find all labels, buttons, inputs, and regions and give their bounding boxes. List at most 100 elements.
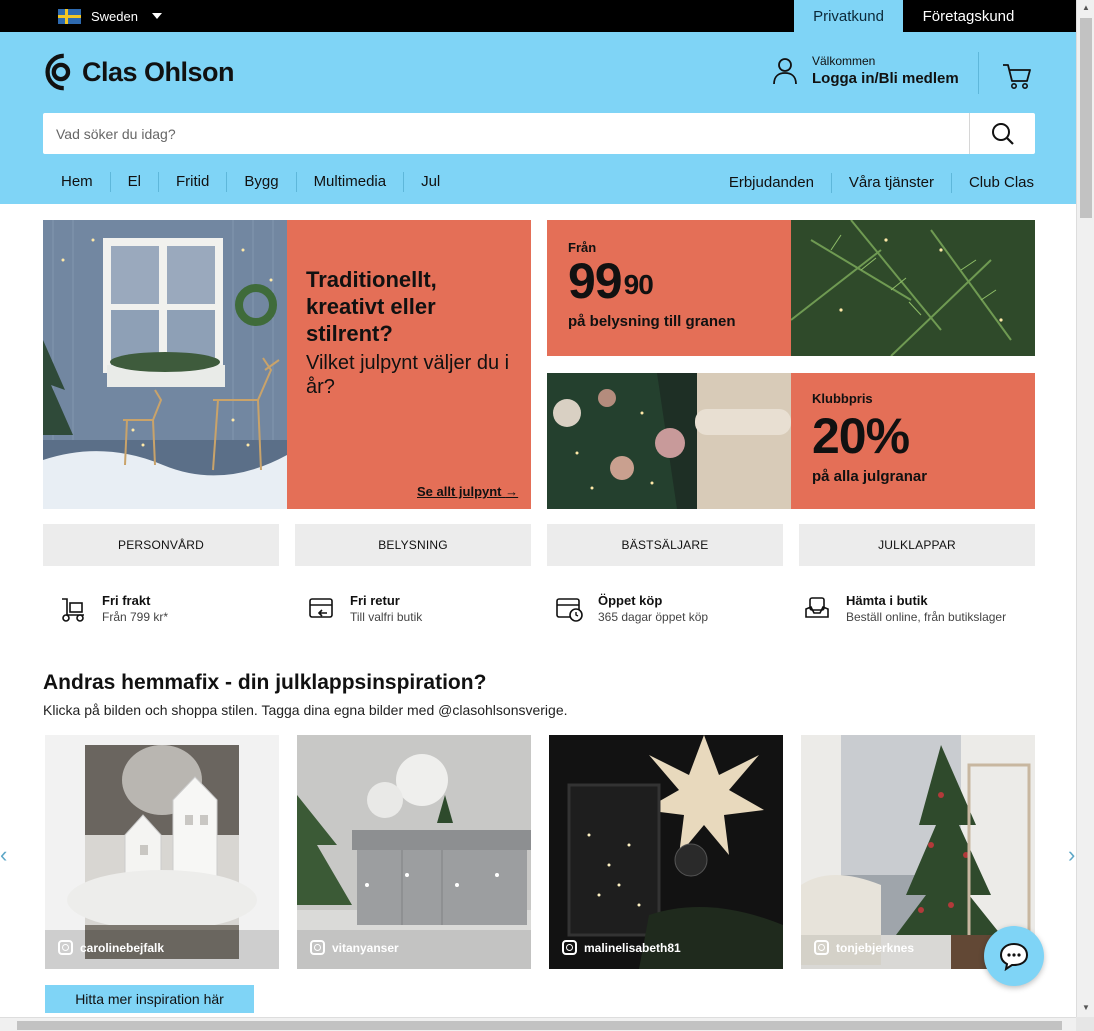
carousel-next-icon[interactable]: ›: [1068, 842, 1075, 868]
instagram-icon: [562, 940, 577, 955]
chevron-down-icon: [151, 13, 162, 19]
inspiration-image: [45, 735, 279, 969]
usp-title: Fri retur: [350, 593, 400, 608]
search-bar: [43, 113, 1035, 154]
promo-club-panel: Klubbpris 20% på alla julgranar: [791, 373, 1035, 509]
header-divider: [978, 52, 979, 94]
inspiration-title: Andras hemmafix - din julklappsinspirati…: [43, 671, 487, 694]
christmas-tree-bauble-image: [547, 373, 791, 509]
horizontal-scroll-thumb[interactable]: [17, 1021, 1062, 1030]
instagram-user: vitanyanser: [310, 940, 399, 955]
promo-lighting[interactable]: Från 9990 på belysning till granen: [547, 220, 1035, 356]
search-button[interactable]: [969, 113, 1035, 154]
promo-price-decimals: 90: [623, 269, 654, 300]
promo-discount: 20%: [812, 408, 910, 464]
instagram-icon: [814, 940, 829, 955]
instagram-user: tonjebjerknes: [814, 940, 914, 955]
scroll-up-icon[interactable]: ▲: [1082, 3, 1090, 12]
nav-item-el[interactable]: El: [109, 172, 158, 192]
carousel-prev-icon[interactable]: ‹: [0, 842, 7, 868]
instagram-icon: [58, 940, 73, 955]
inspiration-subtitle: Klicka på bilden och shoppa stilen. Tagg…: [43, 702, 568, 718]
site-header: Clas Ohlson Välkommen Logga in/Bli medle…: [0, 32, 1076, 204]
hero-banner[interactable]: Traditionellt, kreativt eller stilrent? …: [43, 220, 531, 509]
hero-image: [43, 220, 287, 509]
promo-club-desc: på alla julgranar: [812, 468, 928, 485]
usp-sub: Beställ online, från butikslager: [846, 610, 1007, 624]
scroll-down-icon[interactable]: ▼: [1082, 1003, 1090, 1012]
store-pickup-icon: [805, 596, 829, 618]
hero-headline: Traditionellt, kreativt eller stilrent?: [306, 267, 437, 346]
category-personvard-button[interactable]: PERSONVÅRD: [43, 524, 279, 566]
nav-item-jul[interactable]: Jul: [403, 172, 457, 192]
search-input[interactable]: [43, 113, 969, 154]
promo-desc: på belysning till granen: [568, 313, 736, 330]
more-inspiration-button[interactable]: Hitta mer inspiration här: [45, 985, 254, 1013]
calendar-clock-icon: [556, 597, 583, 622]
nav-item-erbjudanden[interactable]: Erbjudanden: [712, 173, 831, 193]
category-belysning-button[interactable]: BELYSNING: [295, 524, 531, 566]
nav-item-fritid[interactable]: Fritid: [158, 172, 226, 192]
usp-free-return[interactable]: Fri retur Till valfri butik: [307, 593, 422, 624]
region-selector[interactable]: Sweden: [58, 0, 162, 32]
tab-privatkund[interactable]: Privatkund: [794, 0, 903, 32]
see-all-julpynt-link[interactable]: Se allt julpynt →: [417, 484, 518, 499]
vertical-scroll-thumb[interactable]: [1080, 18, 1092, 218]
scrollbar-corner: [1076, 1017, 1094, 1031]
cart-icon: [1003, 64, 1031, 89]
main-nav: Hem El Fritid Bygg Multimedia Jul: [44, 172, 457, 192]
region-label: Sweden: [91, 8, 138, 24]
promo-club-label: Klubbpris: [812, 391, 873, 406]
login-link[interactable]: Logga in/Bli medlem: [812, 70, 959, 87]
horizontal-scrollbar[interactable]: [0, 1017, 1076, 1031]
usp-sub: 365 dagar öppet köp: [598, 610, 709, 624]
usp-pickup-in-store[interactable]: Hämta i butik Beställ online, från butik…: [803, 593, 1006, 624]
promo-lighting-panel: Från 9990 på belysning till granen: [547, 220, 791, 356]
chat-button[interactable]: [984, 926, 1044, 986]
inspiration-image: [297, 735, 531, 969]
chat-bubble-icon: [999, 942, 1029, 971]
tab-foretagskund[interactable]: Företagskund: [903, 0, 1034, 32]
instagram-icon: [310, 940, 325, 955]
instagram-user: malinelisabeth81: [562, 940, 681, 955]
welcome-text: Välkommen: [812, 54, 876, 68]
category-julklappar-button[interactable]: JULKLAPPAR: [799, 524, 1035, 566]
nav-item-hem[interactable]: Hem: [44, 172, 110, 192]
promo-christmas-trees[interactable]: Klubbpris 20% på alla julgranar: [547, 373, 1035, 509]
usp-title: Fri frakt: [102, 593, 151, 608]
usp-free-shipping[interactable]: Fri frakt Från 799 kr*: [59, 593, 168, 624]
cart-button[interactable]: [1002, 62, 1032, 95]
usp-sub: Från 799 kr*: [102, 610, 169, 624]
arrow-right-icon: →: [505, 484, 519, 499]
inspiration-image: [549, 735, 783, 969]
instagram-username: malinelisabeth81: [584, 940, 681, 955]
logo[interactable]: Clas Ohlson: [42, 52, 235, 92]
instagram-username: tonjebjerknes: [836, 940, 915, 955]
instagram-username: carolinebejfalk: [80, 940, 165, 955]
nav-item-multimedia[interactable]: Multimedia: [295, 172, 404, 192]
usp-title: Öppet köp: [598, 593, 663, 608]
promo-price-main: 99: [568, 253, 623, 309]
instagram-username: vitanyanser: [332, 940, 399, 955]
nav-item-club-clas[interactable]: Club Clas: [950, 173, 1034, 193]
hero-text-panel: Traditionellt, kreativt eller stilrent? …: [287, 220, 531, 509]
usp-open-purchase[interactable]: Öppet köp 365 dagar öppet köp: [555, 593, 708, 624]
account-login[interactable]: Välkommen Logga in/Bli medlem: [772, 54, 959, 87]
nav-item-vara-tjanster[interactable]: Våra tjänster: [830, 173, 951, 193]
usp-title: Hämta i butik: [846, 593, 928, 608]
inspiration-card[interactable]: vitanyanser: [297, 735, 531, 969]
vertical-scrollbar[interactable]: ▲ ▼: [1076, 0, 1094, 1017]
inspiration-card[interactable]: carolinebejfalk: [45, 735, 279, 969]
nav-item-bygg[interactable]: Bygg: [226, 172, 295, 192]
secondary-nav: Erbjudanden Våra tjänster Club Clas: [712, 173, 1034, 193]
logo-text: Clas Ohlson: [82, 56, 235, 87]
promo-price: 9990: [568, 255, 791, 307]
return-box-icon: [309, 597, 333, 618]
user-icon: [773, 57, 797, 84]
instagram-user: carolinebejfalk: [58, 940, 164, 955]
inspiration-card[interactable]: malinelisabeth81: [549, 735, 783, 969]
fir-branch-image: [791, 220, 1035, 356]
search-icon: [991, 122, 1014, 145]
category-bastsaljare-button[interactable]: BÄSTSÄLJARE: [547, 524, 783, 566]
hero-subline: Vilket julpynt väljer du i år?: [306, 352, 510, 398]
